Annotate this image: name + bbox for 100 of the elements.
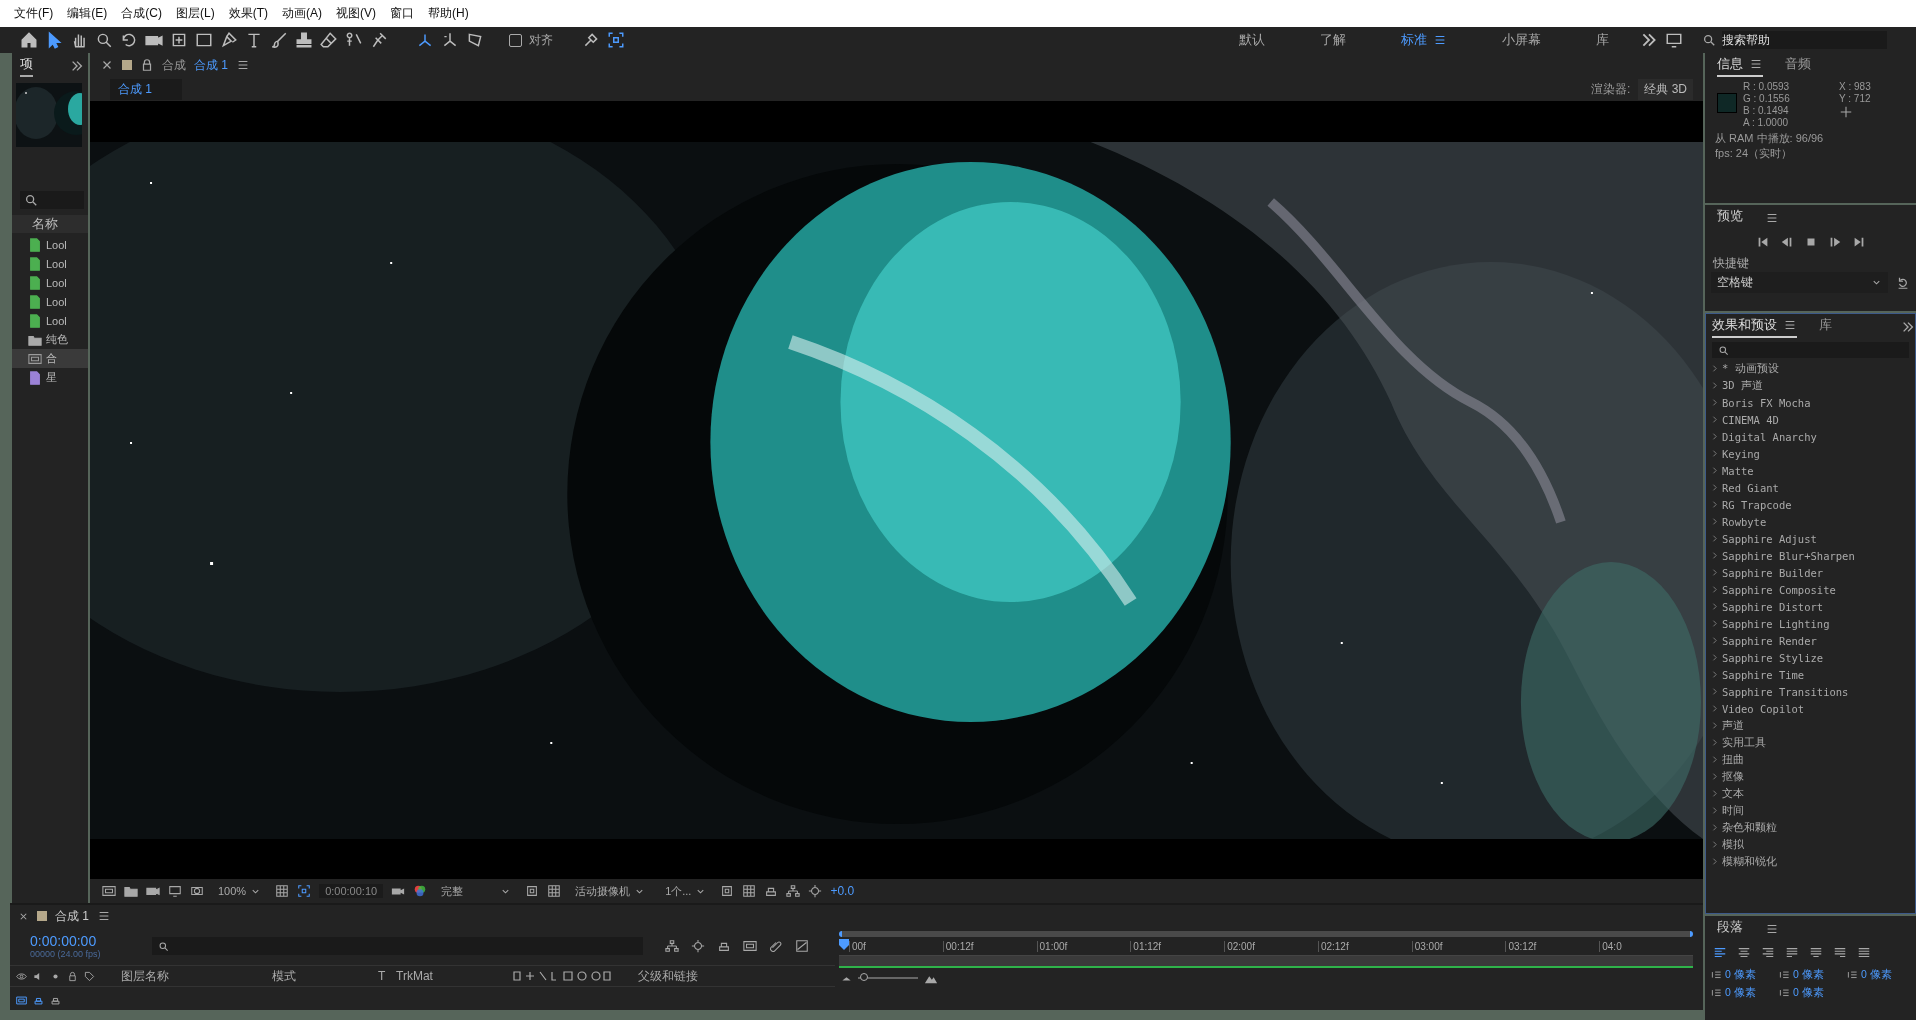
breadcrumb[interactable]: 合成 1 xyxy=(110,78,182,100)
workspace-tab[interactable]: 了解 xyxy=(1296,31,1370,49)
effect-category[interactable]: 文本 xyxy=(1710,785,1915,802)
menu-item[interactable]: 文件(F) xyxy=(14,5,54,22)
comp-icon[interactable] xyxy=(16,994,27,1006)
monitor-icon[interactable] xyxy=(168,884,182,898)
indent-field[interactable]: 0 像素 xyxy=(1847,968,1905,982)
project-item[interactable]: Lool xyxy=(12,235,88,254)
search-field[interactable] xyxy=(20,191,84,209)
comp-icon[interactable] xyxy=(743,939,757,953)
effect-category[interactable]: Video Copilot xyxy=(1710,700,1915,717)
menu-item[interactable]: 编辑(E) xyxy=(67,5,108,22)
project-tab[interactable]: 项 xyxy=(20,55,33,77)
effect-category[interactable]: 杂色和颗粒 xyxy=(1710,819,1915,836)
project-item[interactable]: 纯色 xyxy=(12,330,88,349)
snap-icon[interactable] xyxy=(582,31,600,49)
shortcut-dropdown[interactable]: 空格键 xyxy=(1711,272,1888,293)
grid-icon[interactable] xyxy=(547,884,562,898)
double-chevron-icon[interactable] xyxy=(70,59,84,73)
timecode[interactable]: 0:00:00:00 xyxy=(30,933,140,949)
workspace-tab[interactable]: 默认 xyxy=(1215,31,1289,49)
effect-category[interactable]: Sapphire Builder xyxy=(1710,564,1915,581)
column-header[interactable]: 图层名称 xyxy=(121,967,266,985)
comp-tab[interactable]: 合成 1 xyxy=(194,56,228,74)
effect-category[interactable]: RG Trapcode xyxy=(1710,496,1915,513)
views-dropdown[interactable]: 1个... xyxy=(659,883,713,899)
workspace-tab[interactable]: 小屏幕 xyxy=(1478,31,1565,49)
camera-icon[interactable] xyxy=(146,884,160,898)
menu-icon[interactable] xyxy=(1749,57,1763,71)
reset-icon[interactable] xyxy=(1896,275,1910,290)
effect-category[interactable]: Matte xyxy=(1710,462,1915,479)
axis-icon[interactable] xyxy=(416,31,434,49)
panel-tab[interactable]: 音频 xyxy=(1785,55,1811,77)
indent-field[interactable]: 0 像素 xyxy=(1711,986,1769,1000)
project-item[interactable]: Lool xyxy=(12,254,88,273)
effect-category[interactable]: 声道 xyxy=(1710,717,1915,734)
menu-item[interactable]: 帮助(H) xyxy=(428,5,469,22)
search-field[interactable] xyxy=(152,937,643,955)
monitor-icon[interactable] xyxy=(1665,31,1683,49)
column-header[interactable]: TrkMat xyxy=(396,969,506,983)
comp-icon[interactable] xyxy=(102,884,116,898)
brush-icon[interactable] xyxy=(270,31,288,49)
camera-dropdown[interactable]: 活动摄像机 xyxy=(569,883,652,899)
figure-icon[interactable] xyxy=(345,31,363,49)
indent-field[interactable]: 0 像素 xyxy=(1711,968,1769,982)
timeline-tab[interactable]: 合成 1 xyxy=(55,907,89,925)
menu-item[interactable]: 窗口 xyxy=(390,5,414,22)
column-header[interactable]: 模式 xyxy=(272,967,372,985)
panel-tab[interactable]: 效果和预设 xyxy=(1712,316,1797,338)
menu-icon[interactable] xyxy=(236,58,250,72)
skew-icon[interactable] xyxy=(466,31,484,49)
search-icon[interactable] xyxy=(95,31,113,49)
align-left-icon[interactable] xyxy=(1713,946,1727,960)
text-tool-icon[interactable] xyxy=(245,31,263,49)
menu-item[interactable]: 合成(C) xyxy=(121,5,162,22)
exposure-value[interactable]: +0.0 xyxy=(830,884,855,898)
crosshair-icon[interactable] xyxy=(170,31,188,49)
project-item[interactable]: Lool xyxy=(12,273,88,292)
lock-icon[interactable] xyxy=(140,58,154,72)
flowchart-icon[interactable] xyxy=(665,939,679,953)
effect-category[interactable]: Sapphire Render xyxy=(1710,632,1915,649)
frame-icon[interactable] xyxy=(297,884,312,898)
justify-right-icon[interactable] xyxy=(1833,946,1847,960)
menu-item[interactable]: 动画(A) xyxy=(282,5,322,22)
double-chevron-icon[interactable] xyxy=(1640,31,1658,49)
effect-category[interactable]: 模拟 xyxy=(1710,836,1915,853)
align-right-icon[interactable] xyxy=(1761,946,1775,960)
project-item[interactable]: 星 xyxy=(12,368,88,387)
project-item[interactable]: 合 xyxy=(12,349,88,368)
effect-category[interactable]: * 动画预设 xyxy=(1710,360,1915,377)
menu-item[interactable]: 视图(V) xyxy=(336,5,376,22)
effect-category[interactable]: 时间 xyxy=(1710,802,1915,819)
justify-icon[interactable] xyxy=(1785,946,1799,960)
effect-category[interactable]: Digital Anarchy xyxy=(1710,428,1915,445)
menu-icon[interactable] xyxy=(1765,922,1779,936)
home-icon[interactable] xyxy=(20,31,38,49)
panel-tab[interactable]: 信息 xyxy=(1717,55,1763,77)
prev-frame-icon[interactable] xyxy=(1779,235,1794,249)
effect-category[interactable]: 模糊和锐化 xyxy=(1710,853,1915,870)
graph-icon[interactable] xyxy=(795,939,809,953)
rotate-icon[interactable] xyxy=(120,31,138,49)
effect-category[interactable]: Boris FX Mocha xyxy=(1710,394,1915,411)
folder-icon[interactable] xyxy=(124,884,138,898)
align-center-icon[interactable] xyxy=(1737,946,1751,960)
zoom-dropdown[interactable]: 100% xyxy=(212,885,268,897)
playhead-icon[interactable] xyxy=(839,939,849,953)
menu-icon[interactable] xyxy=(1765,211,1779,225)
effect-category[interactable]: Sapphire Adjust xyxy=(1710,530,1915,547)
effect-category[interactable]: Sapphire Distort xyxy=(1710,598,1915,615)
project-item[interactable]: Lool xyxy=(12,311,88,330)
clip-icon[interactable] xyxy=(769,939,783,953)
column-header[interactable]: T xyxy=(378,969,390,983)
effect-category[interactable]: Sapphire Stylize xyxy=(1710,649,1915,666)
effect-category[interactable]: 3D 声道 xyxy=(1710,377,1915,394)
effect-category[interactable]: 扭曲 xyxy=(1710,751,1915,768)
effect-category[interactable]: Sapphire Composite xyxy=(1710,581,1915,598)
effect-category[interactable]: Rowbyte xyxy=(1710,513,1915,530)
indent-field[interactable]: 0 像素 xyxy=(1779,986,1837,1000)
menu-icon[interactable] xyxy=(1433,33,1447,47)
project-item[interactable]: Lool xyxy=(12,292,88,311)
